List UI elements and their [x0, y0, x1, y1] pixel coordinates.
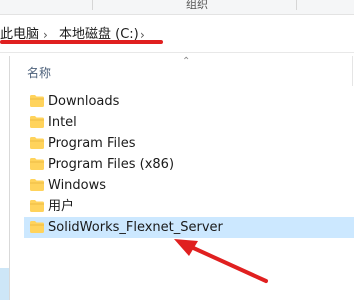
folder-icon: [30, 116, 44, 128]
list-item-label: Downloads: [48, 94, 120, 109]
list-item-folder[interactable]: Windows: [24, 175, 354, 196]
folder-icon: [30, 158, 44, 170]
list-item-label: 用户: [48, 199, 75, 214]
navigation-pane[interactable]: [0, 56, 10, 300]
list-item-label: SolidWorks_Flexnet_Server: [48, 220, 223, 235]
address-bar[interactable]: 此电脑 › 本地磁盘 (C:) ›: [0, 18, 354, 53]
ribbon-group-label: 组织: [186, 0, 208, 11]
folder-icon: [30, 95, 44, 107]
file-explorer-window: 组织 此电脑 › 本地磁盘 (C:) › 名称 ⌃ Downloads Inte…: [0, 0, 354, 300]
chevron-up-icon[interactable]: ⌃: [182, 56, 190, 67]
folder-icon: [30, 200, 44, 212]
column-header[interactable]: 名称 ⌃: [18, 56, 354, 86]
ribbon: 组织: [0, 0, 354, 15]
folder-icon: [30, 137, 44, 149]
folder-icon: [30, 179, 44, 191]
ribbon-divider: [92, 0, 93, 10]
list-item-folder[interactable]: Program Files: [24, 133, 354, 154]
annotation-underline: [0, 40, 163, 44]
column-divider[interactable]: [352, 56, 353, 86]
list-item-folder[interactable]: Program Files (x86): [24, 154, 354, 175]
ribbon-divider: [296, 0, 297, 10]
list-item-label: Intel: [48, 115, 77, 130]
list-item-folder[interactable]: 用户: [24, 196, 354, 217]
list-item-folder[interactable]: Downloads: [24, 91, 354, 112]
list-item-folder[interactable]: Intel: [24, 112, 354, 133]
column-header-name[interactable]: 名称: [27, 64, 51, 81]
list-item-label: Windows: [48, 178, 107, 193]
list-item-label: Program Files (x86): [48, 157, 175, 172]
list-item-folder-selected[interactable]: SolidWorks_Flexnet_Server: [24, 217, 354, 238]
nav-pane-selection: [0, 268, 9, 300]
folder-icon: [30, 221, 44, 233]
list-item-label: Program Files: [48, 136, 136, 151]
